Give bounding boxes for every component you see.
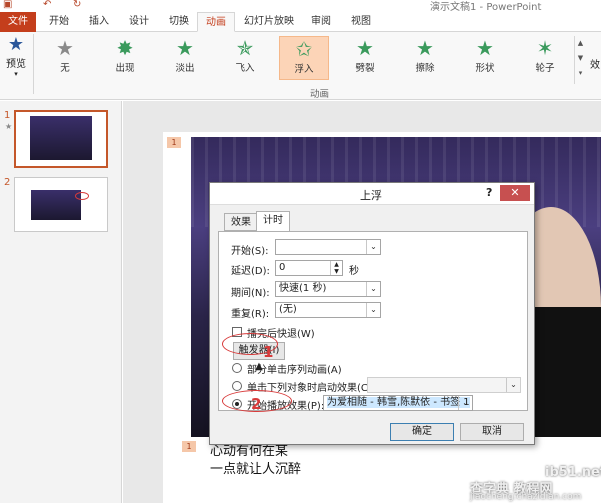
- play-value: 为爱相随 - 韩雪,陈默依 - 书签 1: [327, 397, 470, 408]
- effect-float-in[interactable]: ✩ 浮入: [279, 36, 329, 80]
- repeat-label: 重复(R):: [231, 309, 270, 320]
- gallery-scroll[interactable]: ▲ ▼ ▾: [574, 36, 586, 84]
- effect-label: 淡出: [175, 63, 195, 74]
- slide-thumbnail-1[interactable]: [14, 110, 108, 168]
- play-bookmark-select[interactable]: 为爱相随 - 韩雪,陈默依 - 书签 1 ⌄: [323, 395, 473, 411]
- effect-fly-in[interactable]: ✯ 飞入: [220, 36, 270, 80]
- star-fade-icon: ★: [176, 36, 194, 60]
- effect-label: 浮入: [294, 64, 314, 75]
- effect-label: 擦除: [415, 63, 435, 74]
- effect-label: 轮子: [535, 63, 555, 74]
- dialog-title: 上浮: [360, 189, 382, 202]
- chevron-down-icon: ⌄: [366, 240, 380, 254]
- duration-select[interactable]: 快速(1 秒) ⌄: [275, 281, 381, 297]
- chevron-down-icon: ⌄: [366, 303, 380, 317]
- radio-sequence[interactable]: [232, 363, 242, 373]
- annotation-number: 2: [251, 395, 262, 413]
- duration-value: 快速(1 秒): [279, 283, 327, 294]
- ribbon-tabs: 文件 开始 插入 设计 切换 动画 幻灯片放映 审阅 视图: [0, 12, 601, 32]
- repeat-value: (无): [279, 304, 297, 315]
- tab-transitions[interactable]: 切换: [160, 12, 198, 32]
- chevron-down-icon: ▾: [14, 70, 18, 78]
- watermark-url: jiaocheng.chazidian.com: [470, 492, 582, 502]
- spin-arrows-icon[interactable]: ▲ ▼: [330, 261, 342, 275]
- effect-label: 劈裂: [355, 63, 375, 74]
- click-object-select: ⌄: [367, 377, 521, 393]
- animation-star-icon: ★: [5, 122, 13, 131]
- star-split-icon: ★: [356, 36, 374, 60]
- effect-label: 无: [60, 63, 70, 74]
- redo-icon[interactable]: ↻: [73, 0, 81, 10]
- tab-review[interactable]: 审阅: [302, 12, 340, 32]
- animation-tag[interactable]: 1: [167, 137, 181, 148]
- tab-view[interactable]: 视图: [342, 12, 380, 32]
- tab-slideshow[interactable]: 幻灯片放映: [238, 12, 300, 32]
- effect-none[interactable]: ★ 无: [40, 36, 90, 80]
- delay-label: 延迟(D):: [231, 266, 270, 277]
- preview-label: 预览: [6, 59, 26, 70]
- repeat-select[interactable]: (无) ⌄: [275, 302, 381, 318]
- tab-effect[interactable]: 效果: [224, 213, 258, 231]
- thumbnail-number: 1: [4, 110, 11, 121]
- save-icon[interactable]: ▣: [3, 0, 12, 10]
- duration-label: 期间(N):: [231, 288, 270, 299]
- annotation-number: 1: [263, 343, 274, 361]
- radio-click-object[interactable]: [232, 381, 242, 391]
- thumbnail-photo: [30, 116, 92, 160]
- effect-label: 出现: [115, 63, 135, 74]
- effect-fade[interactable]: ★ 淡出: [160, 36, 210, 80]
- help-icon[interactable]: ?: [486, 186, 492, 199]
- chevron-down-icon: ⌄: [506, 378, 520, 392]
- star-fly-icon: ✯: [236, 36, 254, 60]
- delay-input[interactable]: 0 ▲ ▼: [275, 260, 343, 276]
- effect-wipe[interactable]: ★ 擦除: [400, 36, 450, 80]
- slide-text-line2: 一点就让人沉醉: [210, 462, 302, 477]
- effect-options-label[interactable]: 效: [590, 56, 600, 71]
- start-label: 开始(S):: [231, 246, 269, 257]
- star-shape-icon: ★: [476, 36, 494, 60]
- ribbon-group-label: 动画: [310, 89, 330, 100]
- thumbnail-ring: [75, 192, 89, 200]
- tab-home[interactable]: 开始: [40, 12, 78, 32]
- chevron-down-icon: ⌄: [366, 282, 380, 296]
- tab-timing[interactable]: 计时: [256, 211, 290, 232]
- chevron-down-icon: ⌄: [458, 396, 472, 410]
- ok-button[interactable]: 确定: [390, 423, 454, 441]
- delay-value: 0: [279, 262, 286, 273]
- effect-wheel[interactable]: ✶ 轮子: [520, 36, 570, 80]
- close-button[interactable]: ✕: [500, 185, 530, 201]
- opt-sequence-label: 部分单击序列动画(A): [247, 365, 342, 376]
- animation-tag[interactable]: 1: [182, 441, 196, 452]
- thumbnail-pane: 1 ★ 2: [0, 101, 122, 503]
- tab-file[interactable]: 文件: [0, 12, 36, 32]
- animations-ribbon: ★ 预览 ▾ ★ 无 ✸ 出现 ★ 淡出 ✯ 飞入 ✩ 浮入 ★ 劈裂 ★ 擦除…: [0, 32, 601, 100]
- star-none-icon: ★: [56, 36, 74, 60]
- tab-animations[interactable]: 动画: [197, 12, 235, 32]
- effect-split[interactable]: ★ 劈裂: [340, 36, 390, 80]
- effect-label: 飞入: [235, 63, 255, 74]
- preview-star-icon: ★: [7, 34, 25, 55]
- dialog-titlebar[interactable]: 上浮 ? ✕: [210, 183, 534, 205]
- tab-insert[interactable]: 插入: [80, 12, 118, 32]
- timing-panel: 开始(S): ⌄ 延迟(D): 0 ▲ ▼ 秒 期间(N): 快速(1 秒) ⌄ …: [218, 231, 528, 412]
- undo-icon[interactable]: ↶: [43, 0, 51, 10]
- slide-thumbnail-2[interactable]: [14, 177, 108, 232]
- tab-design[interactable]: 设计: [120, 12, 158, 32]
- star-float-icon: ✩: [295, 37, 313, 61]
- cancel-button[interactable]: 取消: [460, 423, 524, 441]
- start-select[interactable]: ⌄: [275, 239, 381, 255]
- divider: [33, 34, 34, 94]
- watermark-text: ib51.net: [545, 465, 601, 480]
- title-bar: ▣ ↶ ↻ 演示文稿1 - PowerPoint: [0, 0, 601, 13]
- thumbnail-number: 2: [4, 177, 11, 188]
- star-appear-icon: ✸: [116, 36, 134, 60]
- thumbnail-photo: [31, 190, 81, 220]
- star-wipe-icon: ★: [416, 36, 434, 60]
- preview-button[interactable]: ★ 预览 ▾: [2, 34, 30, 84]
- effect-shape[interactable]: ★ 形状: [460, 36, 510, 80]
- star-wheel-icon: ✶: [536, 36, 554, 60]
- effect-appear[interactable]: ✸ 出现: [100, 36, 150, 80]
- effect-label: 形状: [475, 63, 495, 74]
- delay-unit: 秒: [349, 266, 359, 277]
